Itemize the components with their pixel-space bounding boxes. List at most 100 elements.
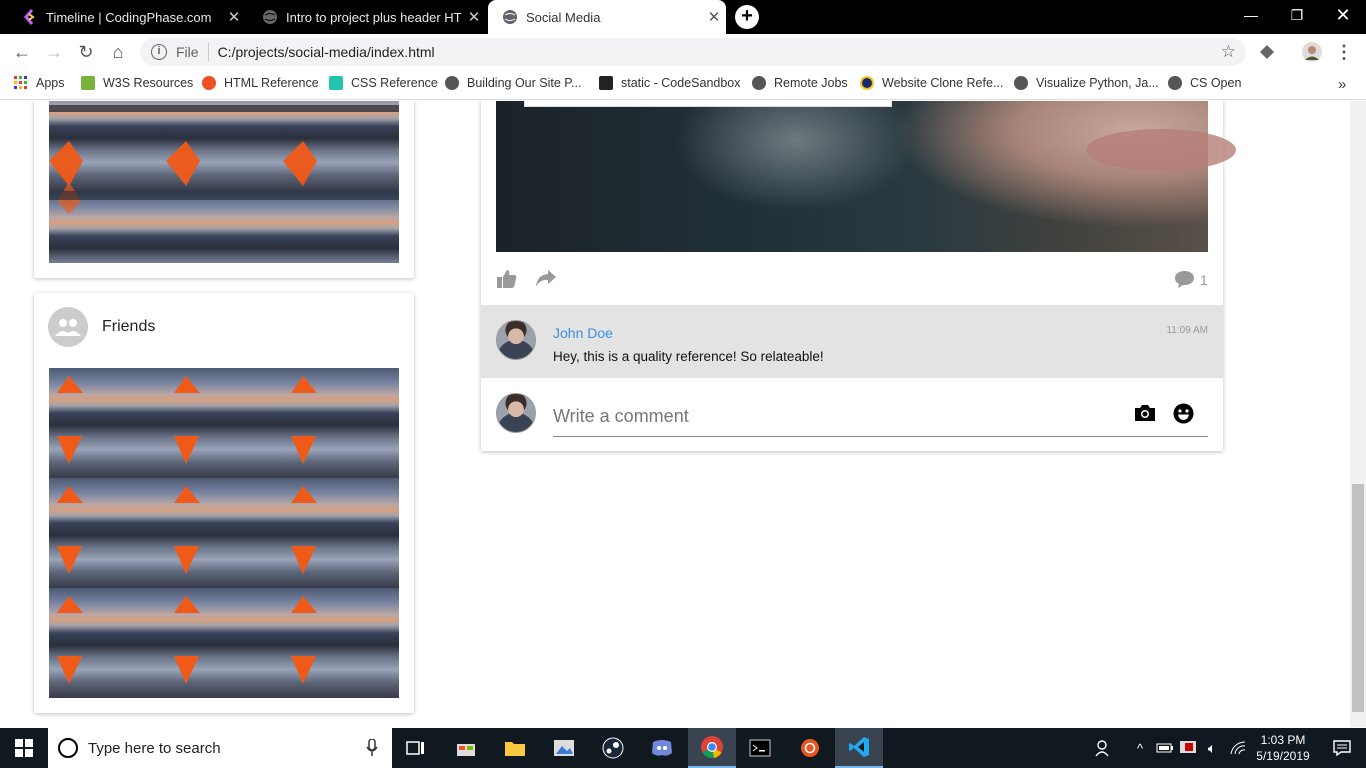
forward-arrow-icon[interactable]: → — [42, 40, 66, 64]
chrome-icon[interactable] — [688, 728, 736, 768]
windows-start-icon[interactable] — [0, 728, 48, 768]
friends-card: Friends — [34, 293, 414, 713]
divider — [207, 43, 209, 61]
close-tab-icon[interactable]: ✕ — [702, 8, 726, 26]
scheme-label: File — [176, 44, 199, 60]
bookmark-css-reference[interactable]: CSS Reference — [329, 76, 438, 90]
vscode-icon[interactable] — [835, 728, 883, 768]
tab-intro-project[interactable]: Intro to project plus header HTM ✕ — [248, 0, 486, 34]
photo-grid[interactable] — [49, 101, 399, 263]
clock-date: 5/19/2019 — [1256, 749, 1310, 763]
bookmark-cs-open[interactable]: CS Open — [1168, 76, 1241, 90]
cortana-icon — [58, 738, 78, 758]
globe-icon — [445, 76, 459, 90]
minimize-icon[interactable]: — — [1228, 0, 1274, 30]
share-icon[interactable] — [535, 269, 557, 289]
wifi-icon[interactable] — [1226, 728, 1250, 768]
home-icon[interactable]: ⌂ — [106, 40, 130, 64]
new-tab-button[interactable]: + — [735, 5, 759, 29]
file-explorer-icon[interactable] — [491, 728, 539, 768]
post-image[interactable] — [496, 101, 1236, 252]
emoji-icon[interactable] — [1173, 403, 1194, 424]
bookmark-star-icon[interactable]: ☆ — [1221, 42, 1236, 62]
bookmark-label: CSS Reference — [351, 76, 438, 90]
url-text[interactable]: C:/projects/social-media/index.html — [218, 44, 435, 60]
mountain-reflections — [57, 376, 317, 684]
thumbs-up-icon[interactable] — [496, 268, 518, 290]
post-actions: 1 — [496, 266, 1208, 294]
w3s-icon — [81, 76, 95, 90]
close-tab-icon[interactable]: ✕ — [222, 8, 246, 26]
scrollbar-thumb[interactable] — [1352, 484, 1364, 712]
image-detail — [1086, 129, 1236, 171]
back-arrow-icon[interactable]: ← — [10, 40, 34, 64]
bookmarks-overflow-icon[interactable]: » — [1338, 76, 1346, 93]
microphone-icon[interactable] — [366, 739, 378, 757]
bookmark-website-clone[interactable]: Website Clone Refe... — [860, 76, 1003, 90]
write-comment — [481, 378, 1223, 451]
tab-title: Social Media — [526, 9, 601, 25]
bookmark-html-reference[interactable]: HTML Reference — [202, 76, 319, 90]
restore-icon[interactable]: ❐ — [1274, 0, 1320, 30]
profile-avatar[interactable] — [1300, 40, 1324, 64]
page-viewport: Friends 1 John Doe Hey, this is a qualit… — [0, 101, 1350, 727]
search-placeholder: Type here to search — [88, 739, 221, 757]
extension-icon[interactable] — [1255, 40, 1279, 64]
store-icon[interactable] — [442, 728, 490, 768]
battery-icon[interactable] — [1154, 728, 1176, 768]
comment-icon[interactable] — [1174, 270, 1195, 288]
comment-input[interactable] — [553, 397, 1208, 437]
taskbar: Type here to search ^ 🔈︎ 1:03 PM 5/19/20… — [0, 728, 1366, 768]
people-icon[interactable] — [1082, 728, 1126, 768]
taskbar-search[interactable]: Type here to search — [48, 728, 392, 768]
photos-app-icon[interactable] — [540, 728, 588, 768]
page-scrollbar[interactable] — [1350, 101, 1366, 727]
photos-card — [34, 101, 414, 278]
bookmarks-bar: Apps W3S Resources HTML Reference CSS Re… — [0, 70, 1366, 100]
bookmark-label: Apps — [36, 76, 65, 90]
bookmark-codesandbox[interactable]: static - CodeSandbox — [599, 76, 741, 90]
bookmark-label: W3S Resources — [103, 76, 194, 90]
bookmark-visualize-python[interactable]: Visualize Python, Ja... — [1014, 76, 1159, 90]
tab-timeline[interactable]: Timeline | CodingPhase.com ✕ — [8, 0, 246, 34]
bookmark-remote-jobs[interactable]: Remote Jobs — [752, 76, 848, 90]
close-tab-icon[interactable]: ✕ — [462, 8, 486, 26]
terminal-icon[interactable] — [736, 728, 784, 768]
tab-strip: Timeline | CodingPhase.com ✕ Intro to pr… — [0, 0, 1366, 34]
volume-icon[interactable]: 🔈︎ — [1200, 728, 1224, 768]
bookmark-label: Visualize Python, Ja... — [1036, 76, 1159, 90]
ubuntu-icon[interactable] — [786, 728, 834, 768]
codesandbox-icon — [599, 76, 613, 90]
commenter-avatar[interactable] — [496, 320, 536, 360]
notification-badge-icon[interactable] — [1177, 728, 1199, 768]
task-view-icon[interactable] — [392, 728, 440, 768]
menu-kebab-icon[interactable]: ⋮ — [1332, 40, 1356, 64]
info-icon[interactable]: i — [151, 44, 167, 60]
tab-title: Timeline | CodingPhase.com — [46, 9, 212, 25]
address-bar[interactable]: i File C:/projects/social-media/index.ht… — [140, 38, 1246, 66]
friends-title: Friends — [102, 318, 156, 335]
comment-count: 1 — [1200, 272, 1208, 288]
close-window-icon[interactable]: ✕ — [1320, 0, 1366, 30]
tab-social-media[interactable]: Social Media ✕ — [488, 0, 726, 34]
bookmark-apps[interactable]: Apps — [14, 76, 65, 90]
bookmark-label: CS Open — [1190, 76, 1242, 90]
friends-photo-grid[interactable] — [49, 368, 399, 698]
action-center-icon[interactable] — [1318, 728, 1366, 768]
camera-icon[interactable] — [1134, 404, 1156, 422]
chevron-up-icon[interactable]: ^ — [1127, 728, 1153, 768]
friends-icon — [48, 307, 88, 347]
bookmark-label: HTML Reference — [224, 76, 319, 90]
system-clock[interactable]: 1:03 PM 5/19/2019 — [1252, 732, 1314, 764]
comment-text: Hey, this is a quality reference! So rel… — [553, 349, 824, 364]
discord-icon[interactable] — [638, 728, 686, 768]
user-avatar[interactable] — [496, 393, 536, 433]
globe-icon — [1168, 76, 1182, 90]
bookmark-label: static - CodeSandbox — [621, 76, 741, 90]
steam-icon[interactable] — [589, 728, 637, 768]
reload-icon[interactable]: ↻ — [74, 40, 98, 64]
comment-author-link[interactable]: John Doe — [553, 325, 613, 341]
bookmark-w3s[interactable]: W3S Resources — [81, 76, 193, 90]
bookmark-building-site[interactable]: Building Our Site P... — [445, 76, 581, 90]
bookmark-label: Remote Jobs — [774, 76, 848, 90]
